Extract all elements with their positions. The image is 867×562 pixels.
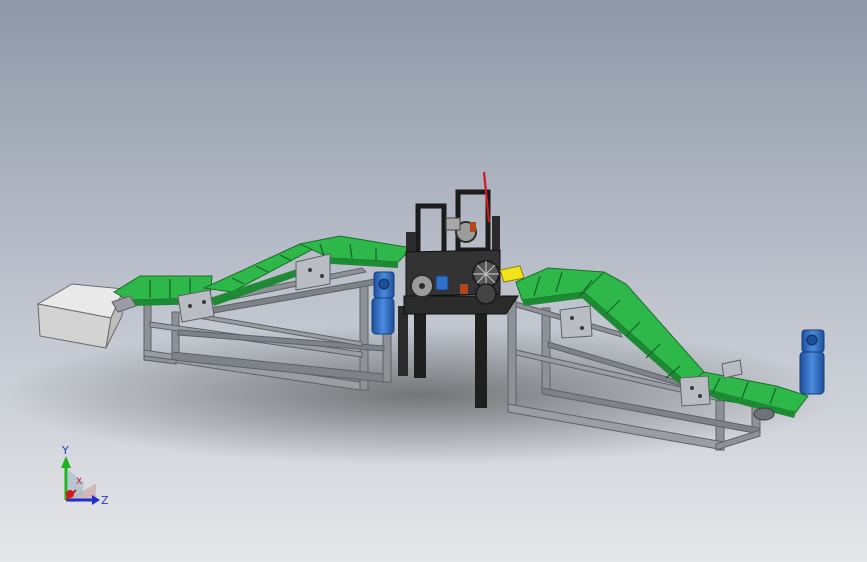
y-axis-arrow-icon xyxy=(61,456,71,468)
y-axis-label: Y xyxy=(61,444,69,457)
x-axis-label: X xyxy=(76,477,82,487)
left-drive-motor[interactable] xyxy=(371,271,395,335)
triad-origin xyxy=(66,490,74,498)
right-drive-motor[interactable] xyxy=(799,329,825,395)
conveyor-assembly-model[interactable]: Y X Z xyxy=(0,0,867,562)
hopper-box[interactable] xyxy=(36,283,125,349)
3d-viewport[interactable]: Y X Z xyxy=(0,0,867,562)
z-axis-label: Z xyxy=(101,494,109,507)
orientation-triad[interactable]: Y X Z xyxy=(61,444,109,507)
